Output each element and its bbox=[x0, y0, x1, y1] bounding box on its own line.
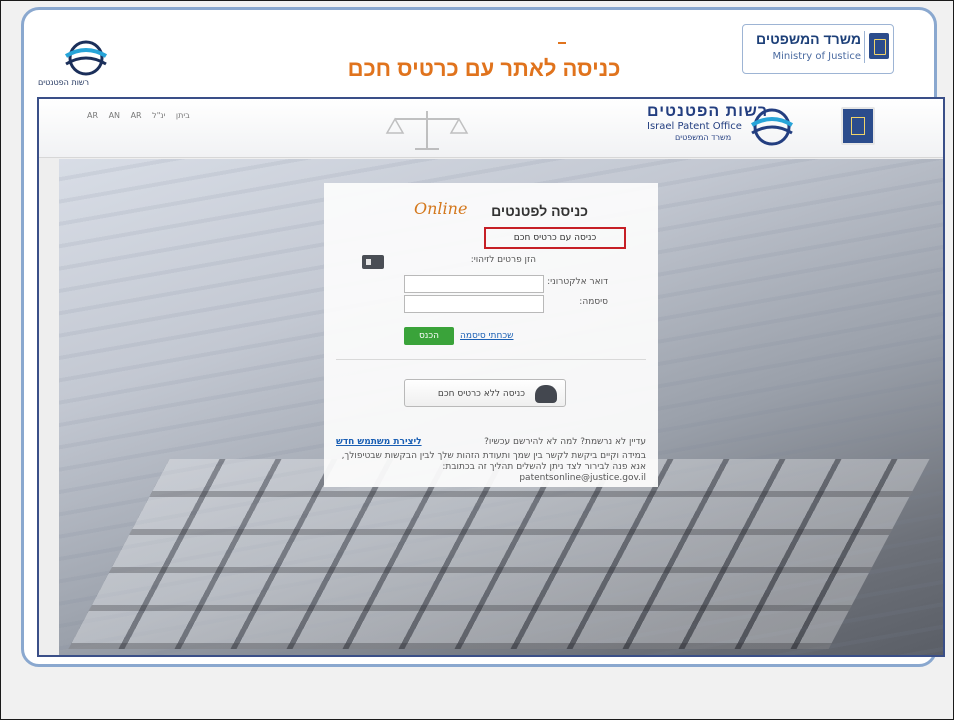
id-card-icon bbox=[362, 255, 384, 269]
login-without-smartcard-button[interactable]: כניסה ללא כרטיס חכם bbox=[404, 379, 566, 407]
state-emblem-icon bbox=[841, 107, 875, 145]
ministry-separator bbox=[864, 31, 865, 63]
scales-of-justice-icon bbox=[379, 107, 475, 153]
patent-office-logo-icon bbox=[749, 105, 795, 149]
password-label: סיסמה: bbox=[579, 297, 608, 307]
smartcard-login-option[interactable]: כניסה עם כרטיס חכם bbox=[484, 227, 626, 249]
ministry-name-english: Ministry of Justice bbox=[772, 51, 861, 62]
login-title: כניסה לפטנטים bbox=[491, 203, 588, 219]
keyboard-rows bbox=[68, 459, 929, 649]
patent-office-subtitle: משרד המשפטים bbox=[675, 133, 731, 142]
help-email[interactable]: patentsonline@justice.gov.il bbox=[519, 473, 646, 483]
menorah-emblem-icon bbox=[869, 33, 889, 59]
slide-frame: רשות הפטנטים כניסה לאתר עם כרטיס חכם משר… bbox=[0, 0, 954, 720]
title-accent bbox=[558, 42, 566, 44]
site-header: AR AN AR ביתן ינ"ל רשות הפטנטים Israel P… bbox=[39, 99, 943, 158]
hand-card-icon bbox=[535, 385, 557, 403]
help-text: במידה וקיים ביקשת לקשר בין שמך ותעודת הז… bbox=[336, 451, 646, 484]
slide-title: כניסה לאתר עם כרטיס חכם bbox=[284, 56, 684, 82]
no-card-button-label: כניסה ללא כרטיס חכם bbox=[438, 389, 525, 399]
patent-office-name-english: Israel Patent Office bbox=[647, 121, 742, 132]
slide-logo-text: רשות הפטנטים bbox=[38, 78, 89, 87]
email-field[interactable] bbox=[404, 275, 544, 293]
login-divider bbox=[336, 359, 646, 360]
help-text-body: במידה וקיים ביקשת לקשר בין שמך ותעודת הז… bbox=[342, 451, 646, 472]
password-field[interactable] bbox=[404, 295, 544, 313]
ministry-name-hebrew: משרד המשפטים bbox=[756, 31, 861, 47]
create-user-link[interactable]: ליצירת משתמש חדש bbox=[336, 437, 422, 447]
login-panel: כניסה לפטנטים Online כניסה עם כרטיס חכם … bbox=[324, 183, 658, 487]
language-links[interactable]: AR AN AR ביתן ינ"ל bbox=[87, 111, 190, 120]
identification-prompt: הזן פרטים לזיהוי: bbox=[471, 255, 536, 265]
online-wordmark: Online bbox=[414, 199, 467, 218]
ministry-badge: משרד המשפטים Ministry of Justice bbox=[742, 24, 894, 74]
forgot-password-link[interactable]: שכחתי סיסמה bbox=[460, 331, 514, 341]
registration-prompt: עדיין לא נרשמת? למה לא להירשם עכשיו? bbox=[484, 437, 646, 447]
login-button[interactable]: הכנס bbox=[404, 327, 454, 345]
email-label: דואר אלקטרוני: bbox=[547, 277, 608, 287]
website-screenshot: AR AN AR ביתן ינ"ל רשות הפטנטים Israel P… bbox=[37, 97, 945, 657]
